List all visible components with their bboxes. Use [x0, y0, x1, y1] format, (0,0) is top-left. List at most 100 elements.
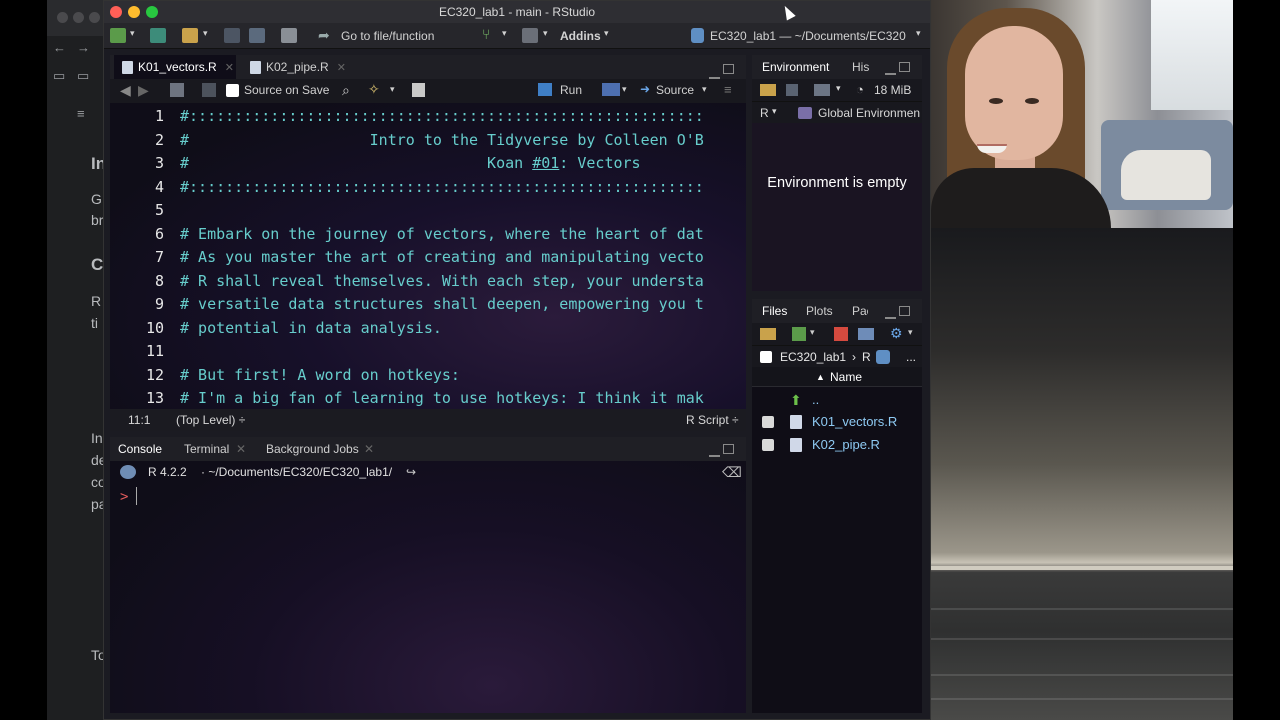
minimize-pane-icon[interactable] [885, 71, 896, 75]
goto-file-function[interactable]: Go to file/function [341, 29, 434, 43]
chevron-down-icon[interactable]: ▾ [390, 84, 395, 95]
forward-arrow-icon[interactable]: → [77, 40, 90, 55]
run-button[interactable]: Run [560, 83, 582, 97]
list-icon[interactable]: ≡ [77, 106, 85, 121]
memory-usage[interactable]: 18 MiB [874, 83, 911, 97]
chevron-down-icon[interactable]: ▾ [604, 28, 609, 39]
console-input-caret[interactable] [136, 487, 137, 505]
save-icon[interactable] [202, 83, 216, 97]
chevron-down-icon[interactable]: ▾ [543, 28, 548, 39]
close-tab-icon[interactable]: ✕ [225, 62, 234, 74]
maximize-pane-icon[interactable] [899, 306, 910, 316]
wave-line [931, 674, 1233, 676]
more-options-icon[interactable]: ... [906, 346, 916, 368]
source-button[interactable]: Source [656, 83, 694, 97]
tab-environment[interactable]: Environment [762, 55, 829, 79]
outline-icon[interactable]: ≡ [724, 82, 732, 97]
parent-directory-link[interactable]: .. [812, 389, 819, 411]
chevron-down-icon[interactable]: ▾ [810, 327, 815, 338]
show-in-window-icon[interactable] [170, 83, 184, 97]
go-to-directory-icon[interactable]: ↪ [406, 461, 416, 483]
global-environment-selector[interactable]: Global Environmen [818, 106, 920, 120]
new-blank-file-icon[interactable] [792, 327, 806, 341]
new-project-icon[interactable] [150, 28, 166, 43]
project-menu[interactable]: EC320_lab1 — ~/Documents/EC320 [710, 29, 906, 43]
minimize-pane-icon[interactable] [709, 453, 720, 457]
forward-arrow-icon[interactable]: ▶ [138, 82, 149, 99]
compile-report-icon[interactable] [412, 83, 425, 97]
new-file-icon[interactable] [110, 28, 126, 43]
rerun-icon[interactable] [602, 83, 620, 96]
chevron-down-icon[interactable]: ▾ [130, 28, 135, 39]
tab-packages[interactable]: Pac [852, 299, 868, 323]
browser-zoom-light[interactable] [89, 12, 100, 23]
select-all-checkbox[interactable] [760, 351, 772, 363]
column-name-header[interactable]: Name [830, 367, 862, 387]
tab-history[interactable]: His [852, 55, 869, 79]
chevron-down-icon[interactable]: ▾ [836, 83, 841, 94]
browser-min-light[interactable] [73, 12, 84, 23]
zoom-window-button[interactable] [146, 6, 158, 18]
grid-layout-icon[interactable] [522, 28, 538, 43]
clear-console-icon[interactable]: ⌫ [722, 461, 742, 483]
file-link[interactable]: K01_vectors.R [812, 411, 897, 433]
save-workspace-icon[interactable] [786, 84, 798, 96]
close-window-button[interactable] [110, 6, 122, 18]
chevron-down-icon[interactable]: ▾ [502, 28, 507, 39]
open-file-icon[interactable] [182, 28, 198, 43]
chevron-down-icon[interactable]: ▾ [916, 28, 921, 39]
file-row[interactable]: K01_vectors.R [752, 411, 922, 433]
breadcrumb-project[interactable]: EC320_lab1 [780, 346, 846, 368]
maximize-pane-icon[interactable] [723, 64, 734, 74]
close-tab-icon[interactable]: ✕ [337, 62, 346, 74]
maximize-pane-icon[interactable] [723, 444, 734, 454]
addins-menu[interactable]: Addins [560, 29, 601, 43]
tab-plots[interactable]: Plots [806, 299, 833, 323]
gear-icon[interactable]: ⚙ [890, 325, 903, 342]
minimize-window-button[interactable] [128, 6, 140, 18]
code-text: # Embark on the journey of vectors, wher… [180, 224, 704, 243]
scope-selector[interactable]: (Top Level) ÷ [176, 409, 245, 431]
tab-terminal[interactable]: Terminal [184, 437, 229, 461]
minimize-pane-icon[interactable] [885, 315, 896, 319]
file-row-parent[interactable]: ⬆ .. [752, 389, 922, 411]
language-selector[interactable]: R [760, 106, 769, 120]
print-icon[interactable] [281, 28, 297, 43]
chevron-down-icon[interactable]: ▾ [622, 84, 627, 95]
tab-background-jobs[interactable]: Background Jobs [266, 437, 359, 461]
close-tab-icon[interactable]: ✕ [364, 437, 374, 461]
source-on-save-checkbox[interactable] [226, 84, 239, 97]
tab-files[interactable]: Files [762, 299, 787, 323]
magic-wand-icon[interactable]: ✧ [368, 81, 380, 98]
search-icon[interactable]: ⌕ [342, 82, 350, 99]
file-type-selector[interactable]: R Script ÷ [686, 409, 739, 431]
new-folder-icon[interactable] [760, 328, 776, 340]
delete-file-icon[interactable] [834, 327, 848, 341]
import-dataset-icon[interactable] [814, 84, 830, 96]
rename-file-icon[interactable] [858, 328, 874, 340]
breadcrumb-r[interactable]: R [862, 346, 871, 368]
version-control-icon[interactable]: ⑂ [482, 26, 490, 42]
chevron-down-icon[interactable]: ▾ [772, 106, 777, 117]
code-area[interactable]: 1 #::::::::::::::::::::::::::::::::::::::… [110, 103, 746, 409]
save-all-icon[interactable] [249, 28, 265, 43]
back-arrow-icon[interactable]: ◀ [120, 82, 131, 99]
file-checkbox[interactable] [762, 439, 774, 451]
browser-close-light[interactable] [57, 12, 68, 23]
chevron-down-icon[interactable]: ▾ [908, 327, 913, 338]
back-arrow-icon[interactable]: ← [53, 40, 66, 55]
file-link[interactable]: K02_pipe.R [812, 434, 880, 456]
tab-k01-vectors[interactable]: K01_vectors.R ✕ [114, 55, 236, 79]
file-row[interactable]: K02_pipe.R [752, 434, 922, 456]
chevron-down-icon[interactable]: ▾ [203, 28, 208, 39]
load-workspace-icon[interactable] [760, 84, 776, 96]
close-tab-icon[interactable]: ✕ [236, 437, 246, 461]
save-icon[interactable] [224, 28, 240, 43]
tab-console[interactable]: Console [118, 437, 162, 461]
chevron-down-icon[interactable]: ▾ [702, 84, 707, 95]
folder-icon[interactable]: ▭ [53, 68, 65, 84]
folder-icon[interactable]: ▭ [77, 68, 89, 84]
tab-k02-pipe[interactable]: K02_pipe.R ✕ [242, 55, 362, 79]
maximize-pane-icon[interactable] [899, 62, 910, 72]
file-checkbox[interactable] [762, 416, 774, 428]
